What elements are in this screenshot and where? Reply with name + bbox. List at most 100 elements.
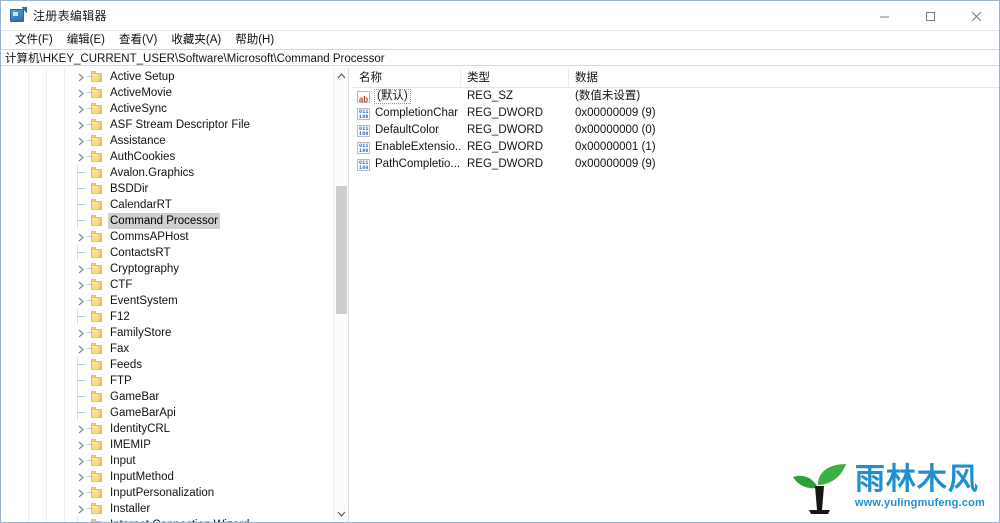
column-header-data[interactable]: 数据	[569, 68, 999, 87]
tree-item[interactable]: Installer	[1, 501, 333, 517]
tree-vertical-scrollbar[interactable]	[333, 68, 348, 522]
scroll-down-arrow[interactable]	[334, 506, 348, 522]
tree-item-label: AuthCookies	[110, 151, 176, 163]
tree-item-label: Command Processor	[108, 213, 221, 229]
value-data: 0x00000001 (1)	[575, 141, 656, 153]
expand-chevron-icon[interactable]	[75, 229, 87, 245]
main-content: Active Setup ActiveMovie ActiveSync ASF Str…	[1, 68, 999, 522]
tree-item[interactable]: CTF	[1, 277, 333, 293]
tree-item[interactable]: ActiveSync	[1, 101, 333, 117]
menu-view[interactable]: 查看(V)	[112, 31, 164, 49]
folder-icon	[91, 471, 102, 482]
tree-connector-vertical	[77, 213, 78, 229]
folder-icon	[91, 119, 102, 130]
tree-item[interactable]: Avalon.Graphics	[1, 165, 333, 181]
tree-item-label: BSDDir	[110, 183, 149, 195]
tree-item[interactable]: InputPersonalization	[1, 485, 333, 501]
tree-item[interactable]: Active Setup	[1, 69, 333, 85]
address-bar[interactable]: 计算机\HKEY_CURRENT_USER\Software\Microsoft…	[1, 49, 999, 66]
menu-edit[interactable]: 编辑(E)	[60, 31, 112, 49]
expand-chevron-icon[interactable]	[75, 293, 87, 309]
expand-chevron-icon[interactable]	[75, 117, 87, 133]
expand-chevron-icon[interactable]	[75, 453, 87, 469]
tree-item[interactable]: Assistance	[1, 133, 333, 149]
expand-chevron-icon[interactable]	[75, 133, 87, 149]
value-row[interactable]: 011 100 PathCompletio... REG_DWORD 0x0000000…	[353, 156, 999, 173]
expand-chevron-icon[interactable]	[75, 277, 87, 293]
tree-item[interactable]: InputMethod	[1, 469, 333, 485]
tree-item[interactable]: FamilyStore	[1, 325, 333, 341]
tree-item[interactable]: IMEMIP	[1, 437, 333, 453]
menu-bar: 文件(F) 编辑(E) 查看(V) 收藏夹(A) 帮助(H)	[1, 31, 999, 49]
tree-item[interactable]: Input	[1, 453, 333, 469]
value-name: (默认)	[374, 89, 411, 104]
expand-chevron-icon[interactable]	[75, 341, 87, 357]
tree-item[interactable]: Feeds	[1, 357, 333, 373]
tree-item[interactable]: CalendarRT	[1, 197, 333, 213]
tree-connector	[77, 188, 85, 189]
tree-connector	[77, 220, 85, 221]
tree-connector-vertical	[77, 197, 78, 213]
value-row[interactable]: (默认) REG_SZ (数值未设置)	[353, 88, 999, 105]
expand-chevron-icon[interactable]	[75, 325, 87, 341]
registry-tree[interactable]: Active Setup ActiveMovie ActiveSync ASF Str…	[1, 68, 333, 522]
expand-chevron-icon[interactable]	[75, 69, 87, 85]
menu-favorites[interactable]: 收藏夹(A)	[164, 31, 228, 49]
tree-item[interactable]: AuthCookies	[1, 149, 333, 165]
menu-file[interactable]: 文件(F)	[8, 31, 60, 49]
scroll-up-arrow[interactable]	[334, 68, 348, 84]
values-list[interactable]: (默认) REG_SZ (数值未设置) 011100 CompletionChar REG…	[353, 88, 999, 173]
tree-item[interactable]: GameBarApi	[1, 405, 333, 421]
minimize-button[interactable]	[861, 1, 907, 31]
tree-item[interactable]: FTP	[1, 373, 333, 389]
value-type: REG_SZ	[467, 90, 514, 102]
value-name: EnableExtensio...	[375, 141, 461, 153]
column-header-type[interactable]: 类型	[461, 68, 569, 87]
tree-item[interactable]: Internet Connection Wizard	[1, 517, 333, 522]
expand-chevron-icon[interactable]	[75, 421, 87, 437]
value-name: DefaultColor	[375, 124, 439, 136]
column-header-name[interactable]: 名称	[353, 68, 461, 87]
value-row[interactable]: 011 100 CompletionChar REG_DWORD 0x00000009 …	[353, 105, 999, 122]
tree-item[interactable]: Command Processor	[1, 213, 333, 229]
tree-item[interactable]: BSDDir	[1, 181, 333, 197]
maximize-button[interactable]	[907, 1, 953, 31]
tree-connector	[77, 316, 85, 317]
expand-chevron-icon[interactable]	[75, 101, 87, 117]
tree-item-label: InputMethod	[110, 471, 174, 483]
value-type: REG_DWORD	[467, 158, 544, 170]
registry-path: 计算机\HKEY_CURRENT_USER\Software\Microsoft…	[5, 52, 385, 65]
tree-item[interactable]: ASF Stream Descriptor File	[1, 117, 333, 133]
tree-item-label: Fax	[110, 343, 130, 355]
value-row[interactable]: 011 100 EnableExtensio... REG_DWORD 0x000000…	[353, 139, 999, 156]
expand-chevron-icon[interactable]	[75, 85, 87, 101]
folder-icon	[91, 279, 102, 290]
tree-item[interactable]: EventSystem	[1, 293, 333, 309]
tree-item[interactable]: GameBar	[1, 389, 333, 405]
folder-icon	[91, 247, 102, 258]
tree-item[interactable]: Fax	[1, 341, 333, 357]
tree-item-label: Assistance	[110, 135, 166, 147]
expand-chevron-icon[interactable]	[75, 485, 87, 501]
tree-item[interactable]: ActiveMovie	[1, 85, 333, 101]
expand-chevron-icon[interactable]	[75, 437, 87, 453]
menu-help[interactable]: 帮助(H)	[228, 31, 281, 49]
expand-chevron-icon[interactable]	[75, 149, 87, 165]
scroll-thumb[interactable]	[336, 186, 347, 314]
folder-icon	[91, 423, 102, 434]
tree-item-label: ContactsRT	[110, 247, 171, 259]
close-button[interactable]	[953, 1, 999, 31]
tree-item[interactable]: IdentityCRL	[1, 421, 333, 437]
expand-chevron-icon[interactable]	[75, 261, 87, 277]
tree-connector-vertical	[77, 357, 78, 373]
expand-chevron-icon[interactable]	[75, 469, 87, 485]
tree-item[interactable]: ContactsRT	[1, 245, 333, 261]
value-row[interactable]: 011 100 DefaultColor REG_DWORD 0x00000000 (0…	[353, 122, 999, 139]
dword-value-icon: 011 100	[357, 124, 370, 137]
tree-connector	[77, 252, 85, 253]
expand-chevron-icon[interactable]	[75, 501, 87, 517]
tree-item[interactable]: CommsAPHost	[1, 229, 333, 245]
tree-item[interactable]: Cryptography	[1, 261, 333, 277]
value-data: 0x00000009 (9)	[575, 158, 656, 170]
tree-item[interactable]: F12	[1, 309, 333, 325]
